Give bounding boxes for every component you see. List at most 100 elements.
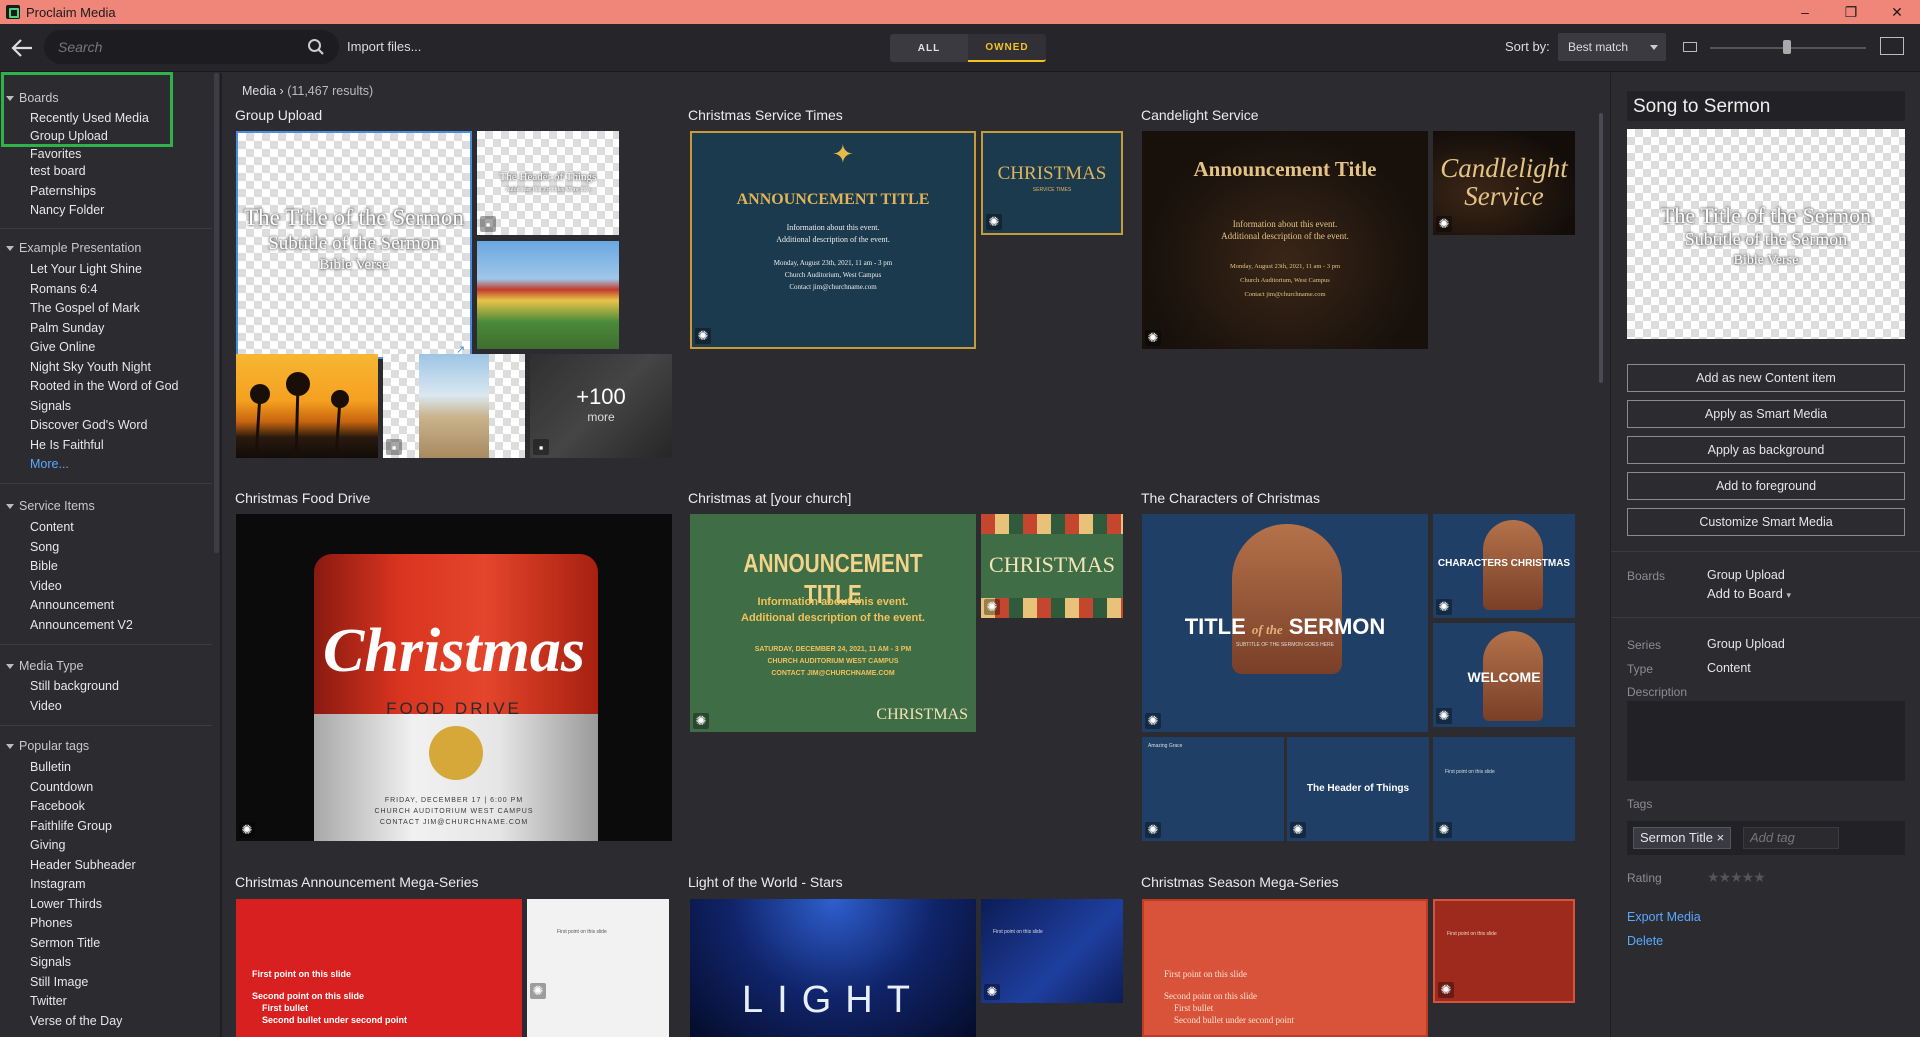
sidebar-item-media-type[interactable]: Video [30,699,62,713]
media-tile[interactable]: First point on this slide ✺ [1433,737,1575,841]
export-media-link[interactable]: Export Media [1627,910,1701,924]
sidebar-item-example[interactable]: Signals [30,399,71,413]
sidebar-item-tag[interactable]: Facebook [30,799,85,813]
media-tile[interactable]: TITLE of the SERMON SUBTITLE OF THE SERM… [1142,514,1428,732]
media-tile[interactable]: CHRISTMAS SERVICE TIMES ✺ [981,131,1123,235]
content-scrollbar[interactable] [1599,113,1603,383]
sidebar-item-tag[interactable]: Lower Thirds [30,897,102,911]
sidebar-item-service[interactable]: Announcement V2 [30,618,133,632]
sidebar-item-tag[interactable]: Faithlife Group [30,819,112,833]
sidebar-item-tag[interactable]: Signals [30,955,71,969]
sidebar-item-tag[interactable]: Bulletin [30,760,71,774]
sidebar-item-tag[interactable]: Header Subheader [30,858,136,872]
filter-all-tab[interactable]: ALL [890,34,968,62]
group-title[interactable]: Light of the World - Stars [688,874,843,890]
sidebar-item-service[interactable]: Announcement [30,598,114,612]
sidebar-item-favorites[interactable]: Favorites [30,147,81,161]
sidebar-item-tag[interactable]: Giving [30,838,65,852]
sidebar-item-example[interactable]: Palm Sunday [30,321,104,335]
group-title[interactable]: Christmas Food Drive [235,490,370,506]
sidebar-item-tag[interactable]: Sermon Title [30,936,100,950]
sidebar-item-example[interactable]: Let Your Light Shine [30,262,142,276]
media-tile-photo[interactable] [236,354,378,458]
sidebar-item-example[interactable]: He Is Faithful [30,438,104,452]
media-tile[interactable]: First point on this slide ✺ [1433,899,1575,1003]
tag-chip[interactable]: Sermon Title × [1633,827,1732,849]
media-tile-selected[interactable]: The Title of the Sermon Subtitle of the … [236,131,472,359]
example-presentation-header[interactable]: Example Presentation [6,241,141,255]
media-tile[interactable]: The Header of Things Subheader that Prov… [477,131,619,235]
add-foreground-button[interactable]: Add to foreground [1627,472,1905,500]
sidebar-item-test-board[interactable]: test board [30,164,86,178]
more-link[interactable]: More... [30,457,69,471]
search-icon[interactable] [307,38,325,56]
media-tile[interactable]: CHRISTMAS ✺ [981,514,1123,618]
add-to-board-dropdown[interactable]: Add to Board ▾ [1707,586,1791,601]
sidebar-item-service[interactable]: Video [30,579,62,593]
description-field[interactable] [1627,701,1905,781]
media-tile[interactable]: ✦ ANNOUNCEMENT TITLE Information about t… [690,131,976,349]
popular-tags-header[interactable]: Popular tags [6,739,89,753]
media-tile[interactable]: First point on this slide Second point o… [236,899,522,1037]
remove-tag-icon[interactable]: × [1717,830,1725,845]
thumbnail-size-slider[interactable] [1710,40,1866,54]
media-tile[interactable]: ▪ [383,354,525,458]
sidebar-scrollbar[interactable] [214,73,219,553]
media-tile[interactable]: CHARACTERS CHRISTMAS ✺ [1433,514,1575,618]
sidebar-item-paternships[interactable]: Paternships [30,184,96,198]
sidebar-item-example[interactable]: Night Sky Youth Night [30,360,151,374]
sidebar-item-tag[interactable]: Twitter [30,994,67,1008]
import-files-button[interactable]: Import files... [347,39,421,54]
search-input[interactable] [58,37,298,57]
sidebar-item-tag[interactable]: Still Image [30,975,88,989]
sidebar-item-tag[interactable]: Verse of the Day [30,1014,122,1028]
group-title[interactable]: Christmas Service Times [688,107,843,123]
group-title[interactable]: Group Upload [235,107,322,123]
sidebar-item-example[interactable]: Discover God's Word [30,418,147,432]
more-tile[interactable]: +100 more ▪ [530,354,672,458]
sidebar-item-tag[interactable]: Phones [30,916,72,930]
breadcrumb-media[interactable]: Media [242,84,276,98]
sidebar-item-service[interactable]: Bible [30,559,58,573]
media-tile[interactable]: Candlelight Service ✺ [1433,131,1575,235]
delete-link[interactable]: Delete [1627,934,1663,948]
small-thumbnail-icon[interactable] [1683,42,1697,52]
media-tile[interactable]: First point on this slide Second point o… [1142,899,1428,1037]
apply-smart-media-button[interactable]: Apply as Smart Media [1627,400,1905,428]
sidebar-item-tag[interactable]: Instagram [30,877,86,891]
back-arrow-icon[interactable] [8,34,36,62]
maximize-button[interactable]: ❐ [1828,0,1874,24]
media-tile[interactable]: Amazing Grace ✺ [1142,737,1284,841]
media-tile[interactable]: Christmas FOOD DRIVE FRIDAY, DECEMBER 17… [236,514,672,841]
media-type-header[interactable]: Media Type [6,659,83,673]
sidebar-item-tag[interactable]: Countdown [30,780,93,794]
sidebar-item-service[interactable]: Content [30,520,74,534]
rating-stars[interactable]: ★★★★★ [1707,869,1766,886]
media-tile[interactable]: WELCOME ✺ [1433,623,1575,727]
group-title[interactable]: Christmas Season Mega-Series [1141,874,1339,890]
filter-owned-tab[interactable]: OWNED [968,34,1046,62]
media-tile-photo[interactable] [477,241,619,349]
sidebar-item-example[interactable]: Rooted in the Word of God [30,379,178,393]
group-title[interactable]: Candelight Service [1141,107,1259,123]
media-tile[interactable]: The Header of Things ✺ [1287,737,1429,841]
service-items-header[interactable]: Service Items [6,499,95,513]
large-thumbnail-icon[interactable] [1880,37,1904,55]
minimize-button[interactable]: – [1782,0,1828,24]
customize-smart-media-button[interactable]: Customize Smart Media [1627,508,1905,536]
add-tag-input[interactable]: Add tag [1743,827,1839,849]
add-content-item-button[interactable]: Add as new Content item [1627,364,1905,392]
apply-background-button[interactable]: Apply as background [1627,436,1905,464]
media-tile[interactable]: First point on this slide ✺ [981,899,1123,1003]
media-title[interactable]: Song to Sermon [1627,91,1905,121]
group-title[interactable]: Christmas Announcement Mega-Series [235,874,479,890]
media-tile[interactable]: Announcement Title Information about thi… [1142,131,1428,349]
media-tile[interactable]: First point on this slide ✺ [527,899,669,1037]
media-tile[interactable]: ANNOUNCEMENT TITLE Information about thi… [690,514,976,732]
sort-select[interactable]: Best match [1558,33,1666,61]
slider-thumb[interactable] [1783,40,1791,54]
media-tile[interactable]: LIGHT [690,899,976,1037]
sidebar-item-example[interactable]: The Gospel of Mark [30,301,140,315]
close-button[interactable]: ✕ [1874,0,1920,24]
sidebar-item-service[interactable]: Song [30,540,59,554]
